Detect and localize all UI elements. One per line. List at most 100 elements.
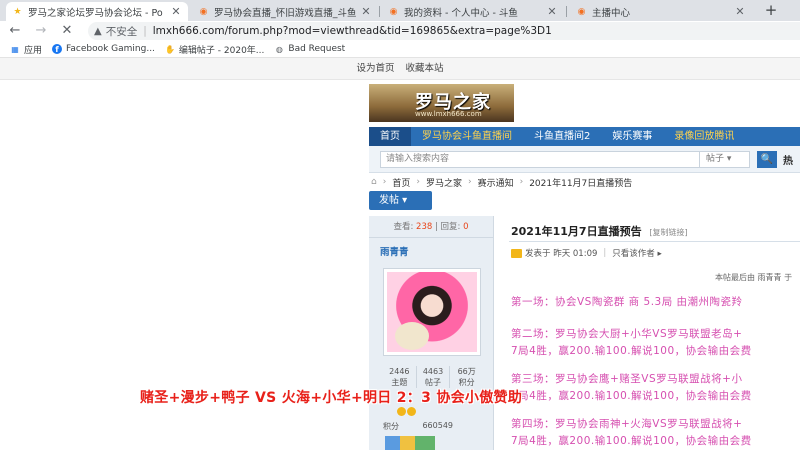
security-status: 不安全 — [105, 25, 138, 38]
avatar-image — [387, 272, 477, 352]
author-name[interactable]: 雨青青 — [369, 238, 493, 262]
close-icon[interactable]: ✕ — [734, 5, 746, 18]
author-threads[interactable]: 2446 主题 — [383, 366, 416, 388]
stream-caption: 赌圣+漫步+鸭子 VS 火海+小华+明日 2：3 协会小傲赞助 — [140, 390, 523, 406]
tab-bar: ★ 罗马之家论坛罗马协会论坛 - Po ✕ ◉ 罗马协会直播_怀旧游戏直播_斗鱼… — [0, 0, 800, 21]
bookmark-edit-post[interactable]: ✋ 编辑帖子 - 2020年... — [165, 43, 264, 56]
author-counts: 2446 主题 4463 帖子 66万 积分 — [383, 366, 483, 388]
tab-forum[interactable]: ★ 罗马之家论坛罗马协会论坛 - Po ✕ — [6, 2, 188, 21]
search-button[interactable]: 🔍 — [757, 151, 777, 168]
close-icon[interactable]: ✕ — [360, 5, 372, 18]
address-divider: | — [143, 25, 147, 37]
replies-count: 0 — [463, 222, 469, 232]
breadcrumb-separator: › — [416, 177, 420, 187]
nav-item-home[interactable]: 首页 — [369, 127, 411, 146]
forum-favicon-icon: ★ — [13, 6, 22, 17]
douyu-favicon-icon: ◉ — [389, 6, 398, 17]
tab-title: 罗马协会直播_怀旧游戏直播_斗鱼 — [214, 7, 357, 19]
views-label: 查看: — [393, 222, 414, 232]
count-value: 66万 — [457, 367, 476, 376]
bookmark-bad-request[interactable]: ◍ Bad Request — [274, 44, 345, 54]
nav-item-replay[interactable]: 录像回放腾讯 — [663, 127, 745, 146]
copy-link-button[interactable]: [复制链接] — [649, 228, 687, 237]
search-input[interactable]: 请输入搜索内容 — [380, 151, 700, 168]
breadcrumb-board[interactable]: 赛示通知 — [478, 176, 514, 189]
browser-toolbar: ← → ✕ ▲ 不安全 | lmxh666.com/forum.php?mod=… — [0, 21, 800, 41]
author-posts[interactable]: 4463 帖子 — [415, 366, 450, 388]
forward-arrow-icon[interactable]: → — [32, 22, 50, 40]
points-label: 积分 — [383, 422, 399, 431]
count-value: 2446 — [389, 367, 410, 376]
close-icon[interactable]: ✕ — [546, 5, 558, 18]
new-post-button[interactable]: 发帖 ▾ — [369, 191, 432, 210]
tab-separator — [379, 6, 380, 17]
douyu-favicon-icon: ◉ — [199, 6, 208, 17]
bookmarks-bar: ▦ 应用 f Facebook Gaming... ✋ 编辑帖子 - 2020年… — [0, 41, 800, 58]
new-tab-button[interactable]: + — [762, 2, 780, 20]
tab-profile[interactable]: ◉ 我的资料 - 个人中心 - 斗鱼 ✕ — [382, 2, 564, 21]
post-meta: 发表于 昨天 01:09 | 只看该作者 ▸ — [511, 247, 662, 259]
site-logo[interactable]: 罗马之家 www.lmxh666.com — [369, 84, 514, 122]
address-bar[interactable]: ▲ 不安全 | lmxh666.com/forum.php?mod=viewth… — [88, 22, 800, 40]
post-online-icon — [511, 248, 522, 258]
main-nav: 首页 罗马协会斗鱼直播间 斗鱼直播间2 娱乐赛事 录像回放腾讯 — [369, 127, 800, 146]
post-line: 第三场：罗马协会鹰+赌圣VS罗马联盟战将+小 — [511, 373, 743, 385]
author-panel: 查看: 238 | 回复: 0 雨青青 2446 主题 4463 帖子 66万 … — [369, 216, 494, 450]
warning-triangle-icon: ▲ — [94, 25, 102, 37]
stats-separator: | — [434, 222, 438, 232]
post-line: 7局4胜，赢200.输100.解说100，协会输由会费 — [511, 345, 752, 357]
page-title: 2021年11月7日直播预告 [复制链接] — [511, 223, 688, 239]
stop-loading-icon[interactable]: ✕ — [58, 22, 76, 40]
count-value: 4463 — [422, 367, 444, 376]
bookmark-label: Bad Request — [288, 44, 346, 54]
breadcrumb: ⌂ › 首页 › 罗马之家 › 赛示通知 › 2021年11月7日直播预告 — [369, 174, 800, 190]
handshake-icon: ✋ — [164, 44, 175, 54]
bookmark-label: 应用 — [24, 45, 43, 56]
breadcrumb-separator: › — [382, 177, 387, 187]
post-line: 7局4胜，赢200.输100.解说100，协会输由会费 — [511, 435, 752, 447]
url-text: lmxh666.com/forum.php?mod=viewthread&tid… — [152, 25, 552, 37]
back-arrow-icon[interactable]: ← — [6, 22, 24, 40]
tab-title: 我的资料 - 个人中心 - 斗鱼 — [404, 7, 518, 19]
nav-item-douyu-room-2[interactable]: 斗鱼直播间2 — [523, 127, 601, 146]
meta-divider: | — [603, 248, 607, 258]
breadcrumb-forum[interactable]: 罗马之家 — [426, 176, 462, 189]
tab-streamer-center[interactable]: ◉ 主播中心 ✕ — [570, 2, 752, 21]
close-icon[interactable]: ✕ — [170, 5, 182, 18]
avatar-bear-shape — [395, 322, 429, 350]
breadcrumb-separator: › — [467, 177, 472, 187]
nav-item-events[interactable]: 娱乐赛事 — [601, 127, 663, 146]
post-title: 2021年11月7日直播预告 — [511, 225, 642, 238]
post-line: 第二场：罗马协会大厨+小华VS罗马联盟老岛+ — [511, 328, 743, 340]
breadcrumb-separator: › — [519, 177, 524, 187]
only-author-link[interactable]: 只看该作者 ▸ — [612, 247, 661, 259]
logo-url: www.lmxh666.com — [415, 110, 482, 118]
title-divider — [509, 241, 800, 242]
bookmark-apps[interactable]: ▦ 应用 — [10, 43, 42, 56]
avatar[interactable] — [383, 268, 481, 356]
douyu-favicon-icon: ◉ — [577, 6, 586, 17]
post-line: 第一场：协会VS陶瓷群 商 5.3局 由潮州陶瓷羚 — [511, 296, 743, 308]
search-scope-select[interactable]: 帖子 ▾ — [700, 151, 750, 168]
set-homepage-link[interactable]: 设为首页 — [356, 63, 394, 74]
bookmark-site-link[interactable]: 收藏本站 — [406, 63, 444, 74]
nav-item-douyu-room[interactable]: 罗马协会斗鱼直播间 — [411, 127, 523, 146]
home-icon[interactable]: ⌂ — [371, 177, 377, 187]
facebook-icon: f — [52, 44, 63, 54]
apps-grid-icon: ▦ — [11, 44, 19, 54]
tab-title: 罗马之家论坛罗马协会论坛 - Po — [28, 7, 163, 19]
search-bar: 请输入搜索内容 帖子 ▾ 🔍 热 — [369, 146, 800, 173]
tab-title: 主播中心 — [592, 7, 631, 19]
post-line: 7局4胜，赢200.输100.解说100，协会输由会费 — [511, 390, 752, 402]
tab-separator — [566, 6, 567, 17]
author-points[interactable]: 66万 积分 — [449, 366, 483, 388]
breadcrumb-thread: 2021年11月7日直播预告 — [529, 178, 633, 189]
points-value: 660549 — [422, 421, 453, 430]
rank-star-icon — [397, 407, 406, 416]
bookmark-facebook-gaming[interactable]: f Facebook Gaming... — [52, 44, 155, 54]
thread-stats: 查看: 238 | 回复: 0 — [369, 216, 493, 238]
breadcrumb-home[interactable]: 首页 — [392, 176, 410, 189]
rank-badges — [397, 406, 417, 419]
replies-label: 回复: — [440, 222, 461, 232]
tab-douyu-live[interactable]: ◉ 罗马协会直播_怀旧游戏直播_斗鱼 ✕ — [192, 2, 378, 21]
